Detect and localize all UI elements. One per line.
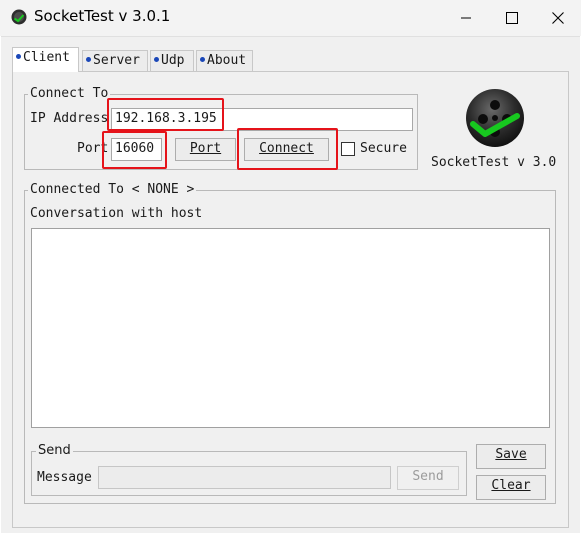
tab-label: Server (93, 53, 140, 68)
connected-to-legend: Connected To < NONE > (28, 182, 197, 197)
save-button-label: Save (495, 447, 527, 462)
save-button[interactable]: Save (476, 444, 546, 469)
maximize-icon (506, 12, 518, 24)
send-button[interactable]: Send (397, 466, 459, 490)
close-button[interactable] (535, 0, 581, 36)
ip-highlight-box (107, 98, 224, 131)
message-input[interactable] (98, 466, 391, 489)
tab-label: About (207, 53, 247, 68)
minimize-icon (461, 17, 471, 19)
message-label: Message (37, 470, 92, 485)
close-icon (552, 12, 564, 24)
tab-udp[interactable]: Udp (150, 50, 194, 71)
connect-highlight-box (237, 128, 338, 170)
window-title: SocketTest v 3.0.1 (34, 7, 171, 25)
maximize-button[interactable] (489, 0, 535, 36)
title-bar: SocketTest v 3.0.1 (0, 0, 581, 36)
tab-client[interactable]: Client (12, 47, 79, 72)
logo-caption: SocketTest v 3.0 (431, 155, 557, 170)
conversation-label: Conversation with host (30, 206, 203, 221)
minimize-button[interactable] (443, 0, 489, 36)
tab-bullet-icon (154, 57, 159, 62)
send-legend: Send (36, 443, 73, 458)
tab-about[interactable]: About (196, 50, 253, 71)
port-highlight-box (102, 131, 167, 169)
tab-bullet-icon (200, 57, 205, 62)
secure-checkbox[interactable] (341, 142, 355, 156)
secure-label: Secure (360, 141, 407, 156)
tab-bullet-icon (86, 57, 91, 62)
connect-to-legend: Connect To (28, 86, 111, 101)
tab-label: Client (23, 50, 70, 65)
tab-label: Udp (161, 53, 185, 68)
conversation-textarea[interactable] (31, 228, 550, 428)
clear-button[interactable]: Clear (476, 475, 546, 500)
tab-server[interactable]: Server (82, 50, 148, 71)
clear-button-label: Clear (491, 478, 531, 493)
tab-bullet-icon (16, 54, 21, 59)
sockettest-logo-icon (466, 89, 524, 147)
port-button[interactable]: Port (175, 138, 236, 161)
port-button-label: Port (189, 141, 222, 156)
ip-address-label: IP Address (30, 111, 109, 126)
socket-app-icon (11, 9, 27, 25)
